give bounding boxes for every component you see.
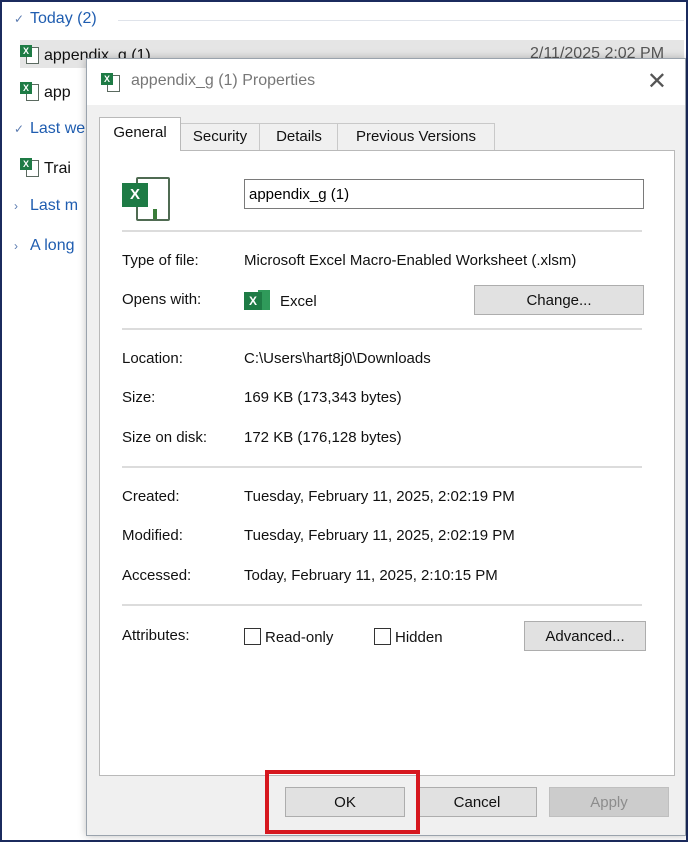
checkbox-icon <box>374 628 391 645</box>
accessed-value: Today, February 11, 2025, 2:10:15 PM <box>244 567 498 584</box>
tab-security[interactable]: Security <box>179 123 261 150</box>
excel-app-icon: X <box>244 290 270 310</box>
chevron-down-icon: ✓ <box>14 12 25 26</box>
advanced-button[interactable]: Advanced... <box>524 621 646 651</box>
type-value: Microsoft Excel Macro-Enabled Worksheet … <box>244 252 577 269</box>
tab-general[interactable]: General <box>99 117 181 151</box>
close-icon[interactable]: ✕ <box>647 67 667 97</box>
tab-previous-versions[interactable]: Previous Versions <box>337 123 495 150</box>
excel-file-icon: X <box>20 82 39 101</box>
divider <box>122 230 642 232</box>
size-label: Size: <box>122 389 156 406</box>
title-bar[interactable]: X appendix_g (1) Properties ✕ <box>87 59 685 105</box>
location-label: Location: <box>122 350 183 367</box>
hidden-label: Hidden <box>395 629 443 646</box>
location-value: C:\Users\hart8j0\Downloads <box>244 350 431 367</box>
change-button[interactable]: Change... <box>474 285 644 315</box>
chevron-right-icon: › <box>14 199 18 213</box>
group-long-ago-label: A long <box>30 237 75 254</box>
file-name-input[interactable]: appendix_g (1) <box>244 179 644 209</box>
divider <box>122 328 642 330</box>
group-today-label: Today (2) <box>30 10 97 27</box>
excel-file-icon: X <box>120 173 170 223</box>
excel-file-icon: X <box>20 45 39 64</box>
modified-value: Tuesday, February 11, 2025, 2:02:19 PM <box>244 527 515 544</box>
modified-label: Modified: <box>122 527 183 544</box>
list-item[interactable]: Xapp <box>20 82 71 102</box>
group-divider <box>118 20 684 21</box>
tab-details[interactable]: Details <box>259 123 339 150</box>
created-value: Tuesday, February 11, 2025, 2:02:19 PM <box>244 488 515 505</box>
excel-file-icon: X <box>20 158 39 177</box>
list-item[interactable]: X Trai <box>20 158 71 178</box>
file-name: Trai <box>44 160 71 177</box>
type-label: Type of file: <box>122 252 199 269</box>
general-panel: X appendix_g (1) Type of file: Microsoft… <box>99 150 675 776</box>
group-last-month[interactable]: › Last m <box>14 197 78 215</box>
dialog-title: appendix_g (1) Properties <box>131 72 316 89</box>
divider <box>122 604 642 606</box>
group-long-ago[interactable]: › A long <box>14 237 74 255</box>
readonly-checkbox[interactable]: Read-only <box>244 628 333 646</box>
cancel-button[interactable]: Cancel <box>417 787 537 817</box>
file-name: app <box>44 84 71 101</box>
ok-highlight-box <box>265 770 420 834</box>
checkbox-icon <box>244 628 261 645</box>
excel-file-icon: X <box>101 73 120 92</box>
attributes-label: Attributes: <box>122 627 190 644</box>
readonly-label: Read-only <box>265 629 334 646</box>
opens-with-value: X Excel <box>244 290 317 310</box>
divider <box>122 466 642 468</box>
size-on-disk-value: 172 KB (176,128 bytes) <box>244 429 402 446</box>
created-label: Created: <box>122 488 180 505</box>
size-on-disk-label: Size on disk: <box>122 429 208 446</box>
opens-with-app: Excel <box>280 293 317 310</box>
accessed-label: Accessed: <box>122 567 192 584</box>
group-last-week[interactable]: ✓ Last we <box>14 120 85 138</box>
size-value: 169 KB (173,343 bytes) <box>244 389 402 406</box>
hidden-checkbox[interactable]: Hidden <box>374 628 443 646</box>
group-today[interactable]: ✓ Today (2) <box>14 10 97 28</box>
group-last-month-label: Last m <box>30 197 79 214</box>
chevron-right-icon: › <box>14 239 18 253</box>
opens-with-label: Opens with: <box>122 291 202 308</box>
chevron-down-icon: ✓ <box>14 122 25 136</box>
apply-button[interactable]: Apply <box>549 787 669 817</box>
group-last-week-label: Last we <box>30 120 86 137</box>
properties-dialog: X appendix_g (1) Properties ✕ General Se… <box>86 58 686 836</box>
